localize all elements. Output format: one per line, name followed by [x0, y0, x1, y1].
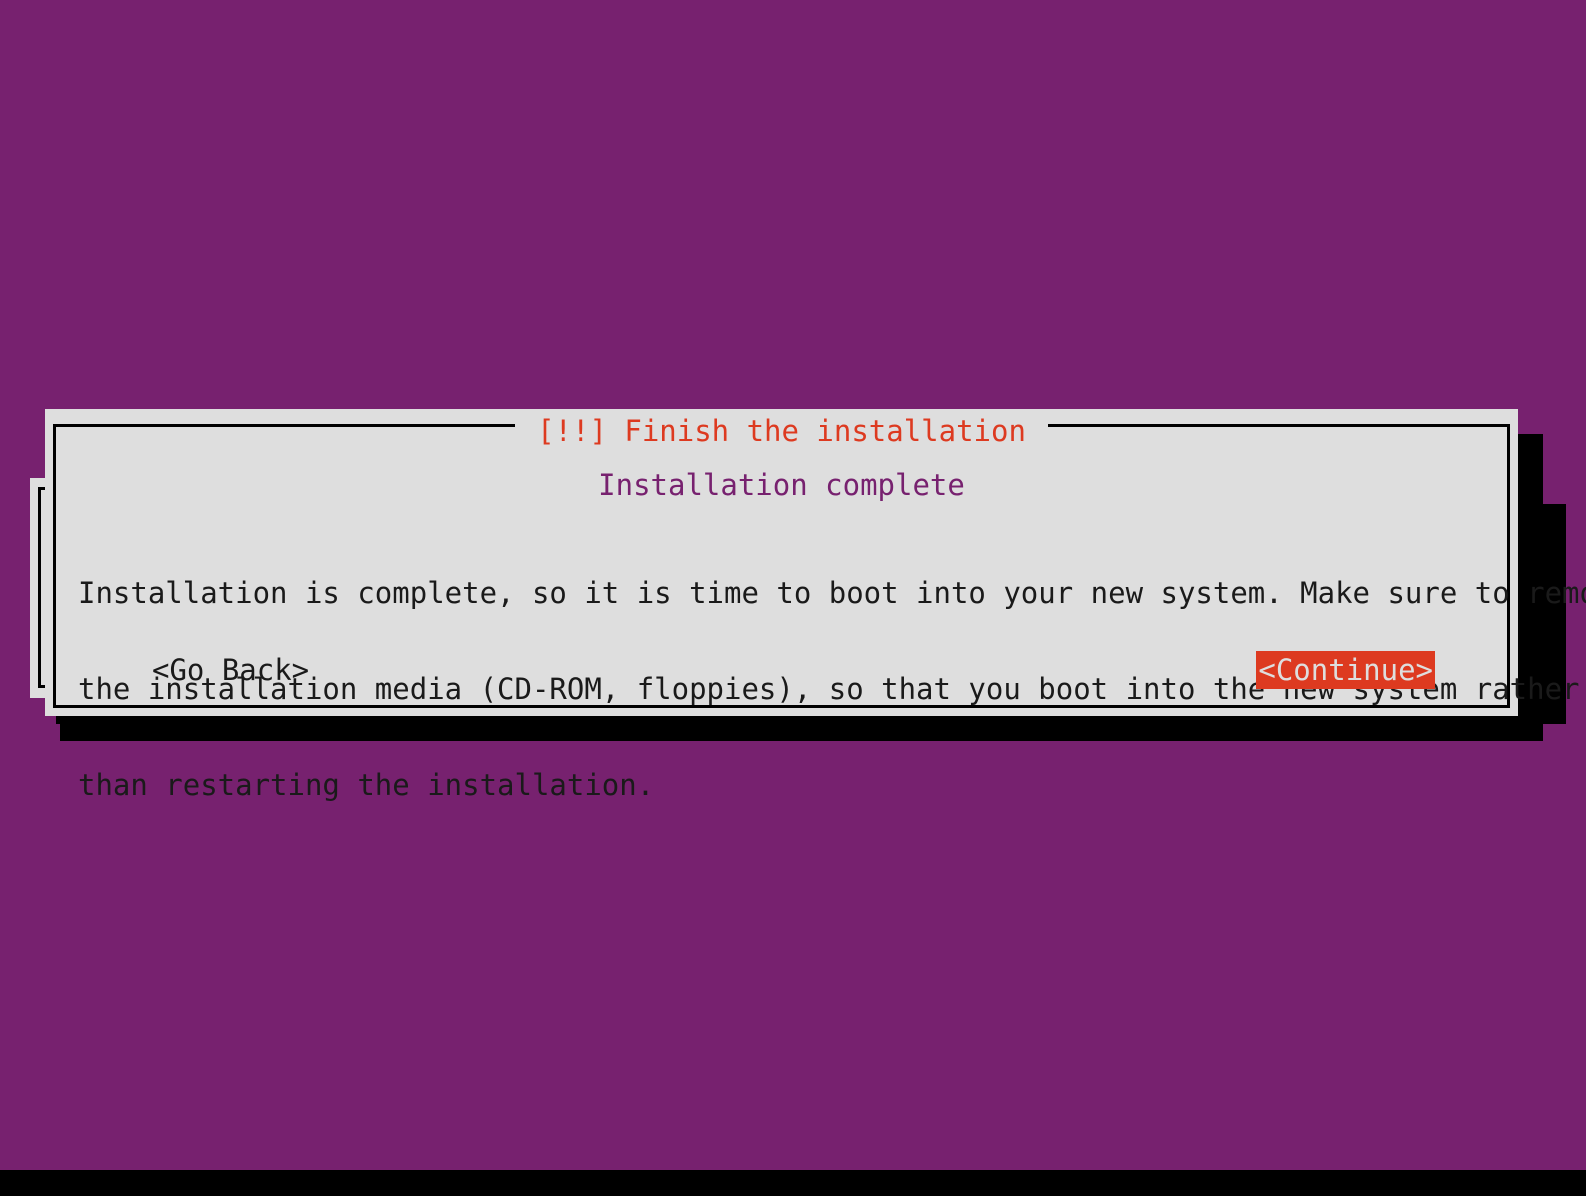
dialog-buttons: <Go Back> <Continue> — [78, 651, 1487, 691]
screen-bottom-bar — [0, 1170, 1586, 1196]
dialog-body: Installation complete Installation is co… — [56, 427, 1586, 801]
finish-installation-dialog: [!!] Finish the installation Installatio… — [45, 409, 1586, 801]
continue-button[interactable]: <Continue> — [1256, 651, 1435, 689]
dialog-title-bar: [!!] Finish the installation — [53, 409, 1510, 453]
go-back-button[interactable]: <Go Back> — [150, 651, 311, 689]
dialog-title: [!!] Finish the installation — [515, 409, 1048, 453]
dialog-subtitle: Installation complete — [598, 468, 965, 502]
terminal-screen: [!!] Finish the installation Installatio… — [0, 0, 1586, 1196]
dialog-message-line: Installation is complete, so it is time … — [78, 576, 1586, 610]
status-bar: <Tab> moves; <Space> selects; <Enter> ac… — [0, 1132, 1586, 1170]
dialog-message-line: than restarting the installation. — [78, 768, 655, 802]
